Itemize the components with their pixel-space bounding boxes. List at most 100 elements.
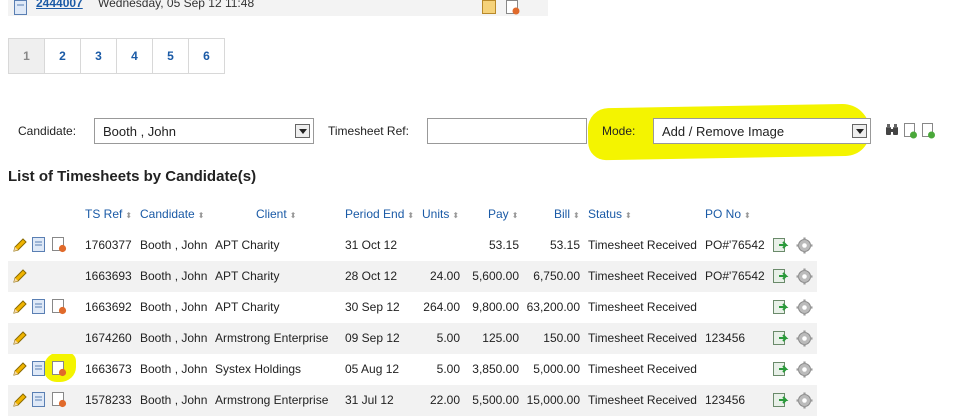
- cell-bill: 5,000.00: [533, 362, 580, 376]
- mode-select-value: Add / Remove Image: [662, 124, 785, 139]
- column-header-ts-ref[interactable]: TS Ref ⬍: [85, 207, 132, 221]
- cell-pay: 5,600.00: [472, 269, 519, 283]
- pagination: 1 2 3 4 5 6: [8, 38, 225, 74]
- page-3-button[interactable]: 3: [81, 39, 117, 73]
- cell-pay: 5,500.00: [472, 393, 519, 407]
- column-header-units[interactable]: Units ⬍: [422, 207, 459, 221]
- cell-pay: 53.15: [488, 238, 519, 252]
- cell-client: APT Charity: [215, 300, 280, 314]
- cell-period-end: 28 Oct 12: [345, 269, 398, 283]
- cell-bill: 150.00: [543, 331, 580, 345]
- export-icon[interactable]: [773, 299, 789, 318]
- cell-bill: 63,200.00: [526, 300, 580, 314]
- column-header-status[interactable]: Status ⬍: [588, 207, 632, 221]
- cell-bill: 53.15: [549, 238, 580, 252]
- binoculars-icon[interactable]: [885, 123, 899, 140]
- cell-period-end: 09 Sep 12: [345, 331, 400, 345]
- image-icon[interactable]: [52, 299, 67, 318]
- export-icon[interactable]: [773, 361, 789, 380]
- mode-select[interactable]: Add / Remove Image: [653, 118, 871, 144]
- cell-status: Timesheet Received: [588, 393, 697, 407]
- gear-icon[interactable]: [796, 392, 813, 412]
- image-icon[interactable]: [52, 237, 67, 256]
- cell-ts-ref: 1578233: [85, 393, 132, 407]
- cell-candidate: Booth , John: [140, 238, 208, 252]
- pencil-icon[interactable]: [12, 392, 28, 411]
- cell-period-end: 30 Sep 12: [345, 300, 400, 314]
- page-5-button[interactable]: 5: [153, 39, 189, 73]
- column-header-candidate[interactable]: Candidate ⬍: [140, 207, 204, 221]
- export-icon[interactable]: [773, 268, 789, 287]
- gear-icon[interactable]: [796, 237, 813, 257]
- gear-icon[interactable]: [796, 299, 813, 319]
- document-image-icon[interactable]: [506, 0, 520, 18]
- cell-ts-ref: 1663692: [85, 300, 132, 314]
- page-1-button[interactable]: 1: [9, 39, 45, 73]
- cell-po-no: PO#'76542: [705, 238, 765, 252]
- pencil-icon[interactable]: [12, 237, 28, 256]
- cell-units: 5.00: [436, 331, 460, 345]
- cell-ts-ref: 1663693: [85, 269, 132, 283]
- add-document-icon[interactable]: [922, 123, 936, 142]
- cell-units: 264.00: [423, 300, 460, 314]
- document-icon[interactable]: [32, 361, 46, 380]
- pencil-icon[interactable]: [12, 330, 28, 349]
- cell-status: Timesheet Received: [588, 269, 697, 283]
- column-header-period-end[interactable]: Period End ⬍: [345, 207, 414, 221]
- table-row: 1760377 Booth , John APT Charity 31 Oct 12 5…: [8, 230, 817, 261]
- cell-candidate: Booth , John: [140, 269, 208, 283]
- cell-po-no: 123456: [705, 331, 746, 345]
- cell-client: Systex Holdings: [215, 362, 302, 376]
- cell-client: Armstrong Enterprise: [215, 331, 329, 345]
- column-header-bill[interactable]: Bill ⬍: [554, 207, 580, 221]
- cell-units: 22.00: [429, 393, 460, 407]
- export-icon[interactable]: [773, 392, 789, 411]
- pencil-icon[interactable]: [12, 268, 28, 287]
- document-icon[interactable]: [32, 299, 46, 318]
- table-row: 1663673 Booth , John Systex Holdings 05 Aug…: [8, 354, 817, 385]
- page-4-button[interactable]: 4: [117, 39, 153, 73]
- cell-status: Timesheet Received: [588, 331, 697, 345]
- chevron-down-icon[interactable]: [852, 124, 867, 138]
- cell-ts-ref: 1760377: [85, 238, 132, 252]
- timesheet-date: Wednesday, 05 Sep 12 11:48: [98, 0, 255, 10]
- cell-period-end: 31 Oct 12: [345, 238, 398, 252]
- cell-po-no: PO#'76542: [705, 269, 765, 283]
- table-row: 1674260 Booth , John Armstrong Enterprise 0…: [8, 323, 817, 354]
- column-header-po-no[interactable]: PO No ⬍: [705, 207, 751, 221]
- gear-icon[interactable]: [796, 361, 813, 381]
- cell-po-no: 123456: [705, 393, 746, 407]
- cell-status: Timesheet Received: [588, 238, 697, 252]
- column-header-pay[interactable]: Pay ⬍: [488, 207, 518, 221]
- cell-ts-ref: 1674260: [85, 331, 132, 345]
- cell-units: 5.00: [436, 362, 460, 376]
- page-2-button[interactable]: 2: [45, 39, 81, 73]
- document-icon[interactable]: [32, 392, 46, 411]
- document-icon[interactable]: [14, 0, 27, 18]
- gear-icon[interactable]: [796, 268, 813, 288]
- cell-units: 24.00: [429, 269, 460, 283]
- image-icon[interactable]: [52, 392, 67, 411]
- add-document-icon[interactable]: [904, 123, 918, 142]
- cell-period-end: 05 Aug 12: [345, 362, 400, 376]
- cell-client: Armstrong Enterprise: [215, 393, 329, 407]
- table-row: 1578233 Booth , John Armstrong Enterprise 3…: [8, 385, 817, 416]
- image-icon[interactable]: [52, 361, 67, 380]
- export-icon[interactable]: [773, 330, 789, 349]
- candidate-select[interactable]: Booth , John: [94, 118, 314, 144]
- gear-icon[interactable]: [796, 330, 813, 350]
- pencil-icon[interactable]: [12, 299, 28, 318]
- column-header-client[interactable]: Client ⬍: [256, 207, 296, 221]
- chevron-down-icon[interactable]: [295, 124, 310, 138]
- export-icon[interactable]: [773, 237, 789, 256]
- cell-client: APT Charity: [215, 238, 280, 252]
- mode-label: Mode:: [602, 124, 636, 138]
- timesheet-ref-link[interactable]: 2444007: [36, 0, 83, 10]
- pencil-icon[interactable]: [12, 361, 28, 380]
- document-icon[interactable]: [32, 237, 46, 256]
- page-6-button[interactable]: 6: [189, 39, 224, 73]
- candidate-select-value: Booth , John: [103, 124, 176, 139]
- image-icon[interactable]: [482, 0, 496, 17]
- timesheet-ref-input[interactable]: [427, 118, 587, 144]
- timesheet-ref-label: Timesheet Ref:: [328, 124, 409, 138]
